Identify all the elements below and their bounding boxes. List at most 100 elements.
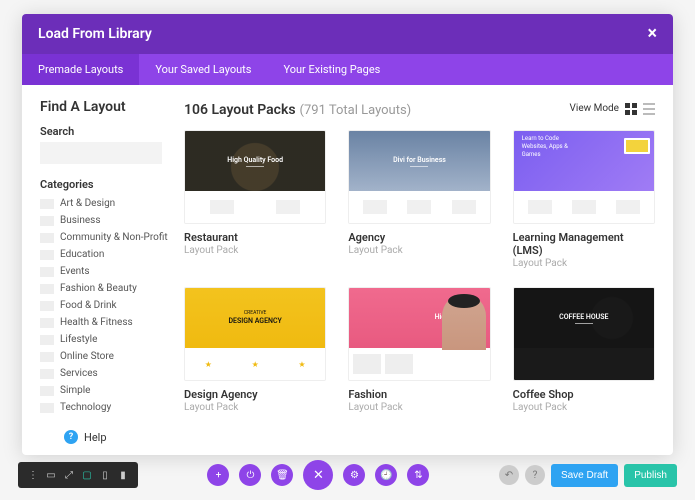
checkbox-icon[interactable] [40, 335, 54, 345]
category-item[interactable]: Online Store [40, 348, 162, 365]
sidebar-heading: Find A Layout [40, 99, 162, 115]
checkbox-icon[interactable] [40, 403, 54, 413]
layout-thumb: Divi for Business [348, 130, 490, 224]
category-label: Services [60, 368, 98, 379]
thumb-hero: CREATIVE DESIGN AGENCY [185, 288, 325, 348]
help-link[interactable]: ? Help [64, 430, 162, 444]
count-total: (791 Total Layouts) [300, 103, 412, 118]
category-item[interactable]: Art & Design [40, 195, 162, 212]
tab-premade-layouts[interactable]: Premade Layouts [22, 54, 139, 85]
add-icon[interactable]: + [207, 464, 229, 486]
content-head: 106 Layout Packs (791 Total Layouts) Vie… [184, 99, 655, 118]
layout-count: 106 Layout Packs (791 Total Layouts) [184, 99, 411, 118]
publish-button[interactable]: Publish [624, 464, 677, 487]
checkbox-icon[interactable] [40, 301, 54, 311]
sliders-icon[interactable]: ⇅ [407, 464, 429, 486]
checkbox-icon[interactable] [40, 250, 54, 260]
layout-card-coffee-shop[interactable]: COFFEE HOUSE Coffee Shop Layout Pack [513, 287, 655, 413]
checkbox-icon[interactable] [40, 318, 54, 328]
layout-card-agency[interactable]: Divi for Business Agency Layout Pack [348, 130, 490, 269]
grid-view-icon[interactable] [625, 103, 637, 115]
category-item[interactable]: Health & Fitness [40, 314, 162, 331]
categories-label: Categories [40, 178, 162, 191]
close-builder-icon[interactable]: ✕ [303, 460, 333, 490]
layout-thumb: Learn to Code Websites, Apps & Games [513, 130, 655, 224]
search-input[interactable] [40, 142, 162, 164]
trash-icon[interactable]: 🗑 [271, 464, 293, 486]
category-item[interactable]: Simple [40, 382, 162, 399]
checkbox-icon[interactable] [40, 216, 54, 226]
settings-icon[interactable]: ⚙ [343, 464, 365, 486]
category-label: Technology [60, 402, 111, 413]
checkbox-icon[interactable] [40, 267, 54, 277]
tab-saved-layouts[interactable]: Your Saved Layouts [139, 54, 267, 85]
checkbox-icon[interactable] [40, 284, 54, 294]
category-label: Lifestyle [60, 334, 97, 345]
question-icon[interactable]: ? [525, 465, 545, 485]
category-item[interactable]: Events [40, 263, 162, 280]
category-item[interactable]: Community & Non-Profit [40, 229, 162, 246]
thumb-body [349, 191, 489, 223]
hat-icon [448, 294, 480, 308]
layout-card-lms[interactable]: Learn to Code Websites, Apps & Games Lea… [513, 130, 655, 269]
thumb-hero-text: Learn to Code Websites, Apps & Games [522, 135, 582, 158]
checkbox-icon[interactable] [40, 352, 54, 362]
view-mode: View Mode [570, 103, 655, 115]
phone-icon[interactable]: ▮ [114, 466, 132, 484]
category-item[interactable]: Education [40, 246, 162, 263]
category-label: Events [60, 266, 90, 277]
sidebar: Find A Layout Search Categories Art & De… [22, 85, 172, 455]
power-icon[interactable]: ⏻ [239, 464, 261, 486]
close-icon[interactable]: × [647, 25, 657, 43]
responsive-controls: ⋮ ▭ ⤢ ▢ ▯ ▮ [18, 462, 138, 488]
layout-thumb: High Fashion [348, 287, 490, 381]
help-label: Help [84, 431, 107, 444]
thumb-hero-text: High Quality Food [227, 156, 283, 164]
category-label: Health & Fitness [60, 317, 133, 328]
category-item[interactable]: Business [40, 212, 162, 229]
card-title: Fashion [348, 388, 490, 401]
checkbox-icon[interactable] [40, 369, 54, 379]
thumb-hero-text: DESIGN AGENCY [228, 317, 281, 325]
right-actions: ↶ ? Save Draft Publish [499, 464, 677, 487]
zoom-icon[interactable]: ⤢ [60, 466, 78, 484]
save-draft-button[interactable]: Save Draft [551, 464, 618, 487]
checkbox-icon[interactable] [40, 386, 54, 396]
category-label: Community & Non-Profit [60, 232, 168, 243]
count-main: 106 Layout Packs [184, 102, 296, 118]
card-title: Learning Management (LMS) [513, 231, 655, 257]
layout-thumb: High Quality Food [184, 130, 326, 224]
category-label: Fashion & Beauty [60, 283, 137, 294]
category-item[interactable]: Lifestyle [40, 331, 162, 348]
menu-icon[interactable]: ⋮ [24, 466, 42, 484]
thumb-hero: High Fashion [349, 288, 489, 348]
tablet-icon[interactable]: ▯ [96, 466, 114, 484]
thumb-body [514, 191, 654, 223]
checkbox-icon[interactable] [40, 199, 54, 209]
checkbox-icon[interactable] [40, 233, 54, 243]
layout-card-design-agency[interactable]: CREATIVE DESIGN AGENCY ★ ★ ★ Design Agen… [184, 287, 326, 413]
category-item[interactable]: Fashion & Beauty [40, 280, 162, 297]
builder-bottom-bar: ⋮ ▭ ⤢ ▢ ▯ ▮ + ⏻ 🗑 ✕ ⚙ 🕘 ⇅ ↶ ? Save Draft… [18, 460, 677, 490]
desktop-icon[interactable]: ▢ [78, 466, 96, 484]
modal-header: Load From Library × [22, 14, 673, 54]
tab-existing-pages[interactable]: Your Existing Pages [267, 54, 396, 85]
category-label: Education [60, 249, 104, 260]
layout-card-restaurant[interactable]: High Quality Food Restaurant Layout Pack [184, 130, 326, 269]
undo-icon[interactable]: ↶ [499, 465, 519, 485]
library-modal: Load From Library × Premade Layouts Your… [22, 14, 673, 455]
category-item[interactable]: Technology [40, 399, 162, 416]
modal-tabs: Premade Layouts Your Saved Layouts Your … [22, 54, 673, 85]
star-icon: ★ [205, 360, 212, 369]
history-icon[interactable]: 🕘 [375, 464, 397, 486]
category-item[interactable]: Food & Drink [40, 297, 162, 314]
help-icon: ? [64, 430, 78, 444]
star-icon: ★ [298, 360, 305, 369]
layout-card-fashion[interactable]: High Fashion Fashion Layout Pack [348, 287, 490, 413]
wireframe-icon[interactable]: ▭ [42, 466, 60, 484]
thumb-body: ★ ★ ★ [185, 348, 325, 380]
card-title: Restaurant [184, 231, 326, 244]
view-mode-label: View Mode [570, 103, 619, 114]
list-view-icon[interactable] [643, 103, 655, 115]
category-item[interactable]: Services [40, 365, 162, 382]
